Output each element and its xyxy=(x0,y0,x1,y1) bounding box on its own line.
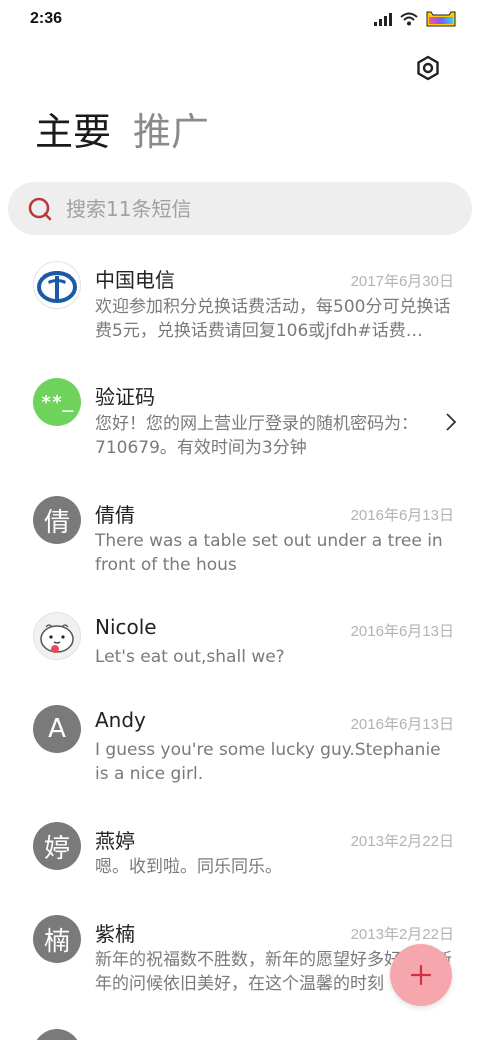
settings-icon xyxy=(417,55,439,81)
contact-name: 中国电信 xyxy=(95,268,175,292)
message-preview: 嗯。收到啦。同乐同乐。 xyxy=(95,857,282,877)
conversation-row[interactable] xyxy=(0,1025,480,1040)
message-date: 2016年6月13日 xyxy=(350,716,454,733)
message-preview: There was a table set out under a tree i… xyxy=(95,531,443,575)
conversation-row[interactable]: A Andy 2016年6月13日 I guess you're some lu… xyxy=(0,695,480,805)
status-time: 2:36 xyxy=(30,10,63,27)
cartoon-face-icon xyxy=(40,624,74,653)
tab-bar: 主要 推广 xyxy=(35,108,209,156)
tab-promotions[interactable]: 推广 xyxy=(133,108,209,156)
wifi-icon xyxy=(400,12,418,26)
contact-name: Nicole xyxy=(95,615,157,639)
message-preview: 您好！您的网上营业厅登录的随机密码为：710679。有效时间为3分钟 xyxy=(95,414,418,458)
message-date: 2017年6月30日 xyxy=(350,273,454,290)
letter-avatar: 婷 xyxy=(33,822,81,870)
letter-avatar: 楠 xyxy=(33,915,81,963)
search-icon xyxy=(28,197,52,221)
status-icons xyxy=(374,11,456,27)
cartoon-avatar xyxy=(33,612,81,660)
contact-name: 燕婷 xyxy=(95,829,135,853)
message-date: 2016年6月13日 xyxy=(350,507,454,524)
message-preview: 欢迎参加积分兑换话费活动，每500分可兑换话费5元，兑换话费请回复106或jfd… xyxy=(95,297,451,341)
search-bar[interactable] xyxy=(8,182,472,235)
conversation-row[interactable]: 中国电信 2017年6月30日 欢迎参加积分兑换话费活动，每500分可兑换话费5… xyxy=(0,250,480,360)
contact-name: Andy xyxy=(95,708,146,732)
conversation-row[interactable]: 倩 倩倩 2016年6月13日 There was a table set ou… xyxy=(0,486,480,596)
message-date: 2016年6月13日 xyxy=(350,623,454,640)
conversation-row[interactable]: Nicole 2016年6月13日 Let's eat out,shall we… xyxy=(0,602,480,692)
settings-button[interactable] xyxy=(412,52,444,84)
verification-code-avatar: **_ xyxy=(33,378,81,426)
contact-name: 验证码 xyxy=(95,385,155,409)
signal-icon xyxy=(374,13,392,26)
message-date: 2013年2月22日 xyxy=(350,926,454,943)
status-bar: 2:36 xyxy=(0,0,480,40)
plus-icon xyxy=(410,964,432,986)
message-preview: I guess you're some lucky guy.Stephanie … xyxy=(95,740,441,784)
message-date: 2013年2月22日 xyxy=(350,833,454,850)
message-preview: Let's eat out,shall we? xyxy=(95,647,285,667)
tab-primary[interactable]: 主要 xyxy=(35,108,111,156)
battery-icon xyxy=(426,11,456,27)
letter-avatar xyxy=(33,1029,81,1040)
contact-name: 紫楠 xyxy=(95,922,135,946)
chevron-right-icon[interactable] xyxy=(444,412,458,432)
conversation-row[interactable]: **_ 验证码 您好！您的网上营业厅登录的随机密码为：710679。有效时间为3… xyxy=(0,368,480,478)
letter-avatar: 倩 xyxy=(33,496,81,544)
china-telecom-logo xyxy=(33,261,81,309)
letter-avatar: A xyxy=(33,705,81,753)
new-message-button[interactable] xyxy=(390,944,452,1006)
conversation-row[interactable]: 婷 燕婷 2013年2月22日 嗯。收到啦。同乐同乐。 xyxy=(0,812,480,902)
search-input[interactable] xyxy=(66,182,446,235)
contact-name: 倩倩 xyxy=(95,503,135,527)
telecom-logo-icon xyxy=(37,271,77,303)
